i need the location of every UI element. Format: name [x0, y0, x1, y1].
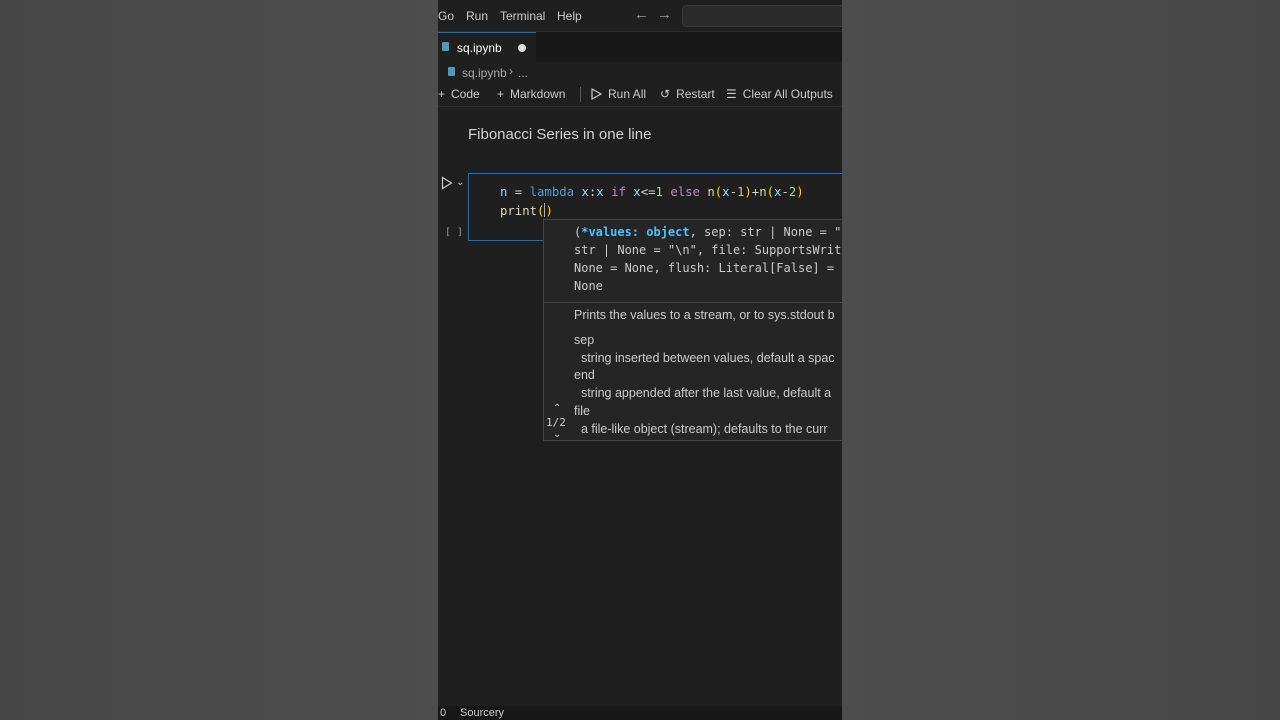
clear-all-outputs-button[interactable]: ☰ Clear All Outputs — [726, 87, 833, 103]
menu-terminal[interactable]: Terminal — [500, 9, 545, 23]
notebook-file-icon — [442, 42, 449, 51]
markdown-cell-heading[interactable]: Fibonacci Series in one line — [468, 126, 651, 143]
code-line-1: n = lambda x:x if x<=1 else n(x-1)+n(x-2… — [500, 185, 804, 199]
breadcrumb-more[interactable]: ... — [518, 66, 528, 80]
plus-icon: + — [497, 87, 505, 101]
add-code-cell-button[interactable]: + Code — [438, 87, 480, 103]
code-token: - — [729, 185, 737, 199]
code-token: x — [722, 185, 730, 199]
code-token: = — [507, 185, 530, 199]
doc-param-file: file — [574, 404, 590, 418]
unsaved-dot-icon[interactable] — [518, 44, 526, 52]
restart-button[interactable]: ↺ Restart — [660, 87, 715, 103]
doc-param-sep-desc: string inserted between values, default … — [574, 351, 835, 365]
status-item[interactable]: 0 — [440, 707, 446, 719]
arrow-left-icon[interactable]: ← — [634, 6, 649, 23]
signature-line-4: None — [574, 279, 603, 293]
breadcrumb: sq.ipynb › ... — [438, 62, 842, 82]
code-token: ( — [766, 185, 775, 199]
code-token: x — [574, 185, 589, 199]
code-token: - — [781, 185, 789, 199]
arrow-right-icon[interactable]: → — [657, 6, 672, 23]
code-token: n — [759, 185, 767, 199]
doc-param-sep: sep — [574, 333, 595, 347]
breadcrumb-file[interactable]: sq.ipynb — [462, 66, 507, 80]
code-token: if — [611, 185, 626, 199]
code-token: n — [707, 185, 715, 199]
chevron-down-icon[interactable]: ⌄ — [553, 429, 561, 440]
code-token: <= — [640, 185, 656, 199]
code-token: else — [670, 185, 700, 199]
blurred-background-right — [842, 0, 1280, 720]
doc-param-file-desc: a file-like object (stream); defaults to… — [574, 422, 828, 436]
active-parameter: *values: object — [581, 225, 690, 239]
sourcery-status[interactable]: Sourcery — [460, 707, 504, 719]
run-cell-icon[interactable] — [441, 176, 453, 190]
clear-all-icon: ☰ — [726, 87, 737, 101]
menu-bar: Go Run Terminal Help ← → — [438, 0, 842, 32]
code-token: ( — [537, 204, 545, 218]
menu-run[interactable]: Run — [466, 9, 488, 23]
doc-summary: Prints the values to a stream, or to sys… — [574, 308, 835, 322]
code-token: ) — [744, 185, 752, 199]
chevron-down-icon[interactable]: ⌄ — [456, 177, 464, 188]
signature-help-popup: (*values: object, sep: str | None = " st… — [543, 219, 842, 441]
code-token: ) — [545, 204, 553, 218]
add-code-label: Code — [451, 87, 480, 101]
signature-line-1: (*values: object, sep: str | None = " — [574, 225, 841, 239]
run-all-label: Run All — [608, 87, 647, 101]
editor-tab-bar: sq.ipynb — [438, 32, 842, 62]
signature-line-2: str | None = "\n", file: SupportsWrit — [574, 243, 842, 257]
chevron-right-icon: › — [509, 64, 513, 78]
chevron-up-icon[interactable]: ⌃ — [553, 403, 561, 414]
code-token: x — [596, 185, 604, 199]
tab-label: sq.ipynb — [457, 41, 502, 55]
code-token: lambda — [529, 185, 575, 199]
overload-counter: 1/2 — [546, 416, 566, 429]
code-token: x — [625, 185, 641, 199]
run-all-button[interactable]: Run All — [591, 87, 646, 103]
tab-sq-ipynb[interactable]: sq.ipynb — [438, 32, 536, 62]
signature-text: , sep: str | None = " — [689, 225, 842, 239]
signature-line-3: None = None, flush: Literal[False] = — [574, 261, 842, 275]
toolbar-divider — [580, 87, 581, 102]
vscode-window: Go Run Terminal Help ← → sq.ipynb sq.ipy… — [438, 0, 842, 720]
code-line-2: print() — [500, 203, 553, 218]
restart-label: Restart — [676, 87, 715, 101]
code-token: 1 — [655, 185, 663, 199]
doc-param-end: end — [574, 368, 595, 382]
execution-count: [ ] — [445, 227, 464, 238]
plus-icon: + — [438, 87, 446, 101]
notebook-file-icon — [448, 67, 455, 76]
notebook-toolbar: + Code + Markdown Run All ↺ Restart ☰ Clear … — [438, 82, 842, 107]
add-markdown-label: Markdown — [510, 87, 566, 101]
blurred-background-left — [0, 0, 438, 720]
code-token: print — [500, 204, 538, 218]
doc-param-end-desc: string appended after the last value, de… — [574, 386, 832, 400]
menu-help[interactable]: Help — [557, 9, 582, 23]
add-markdown-cell-button[interactable]: + Markdown — [497, 87, 565, 103]
menu-go[interactable]: Go — [438, 9, 454, 23]
popup-divider — [544, 302, 842, 303]
run-all-icon — [591, 87, 603, 101]
command-center-search[interactable] — [682, 5, 842, 27]
clear-all-outputs-label: Clear All Outputs — [742, 87, 833, 101]
code-token: ) — [796, 185, 804, 199]
status-bar: 0 Sourcery — [438, 706, 842, 720]
restart-icon: ↺ — [660, 87, 671, 101]
